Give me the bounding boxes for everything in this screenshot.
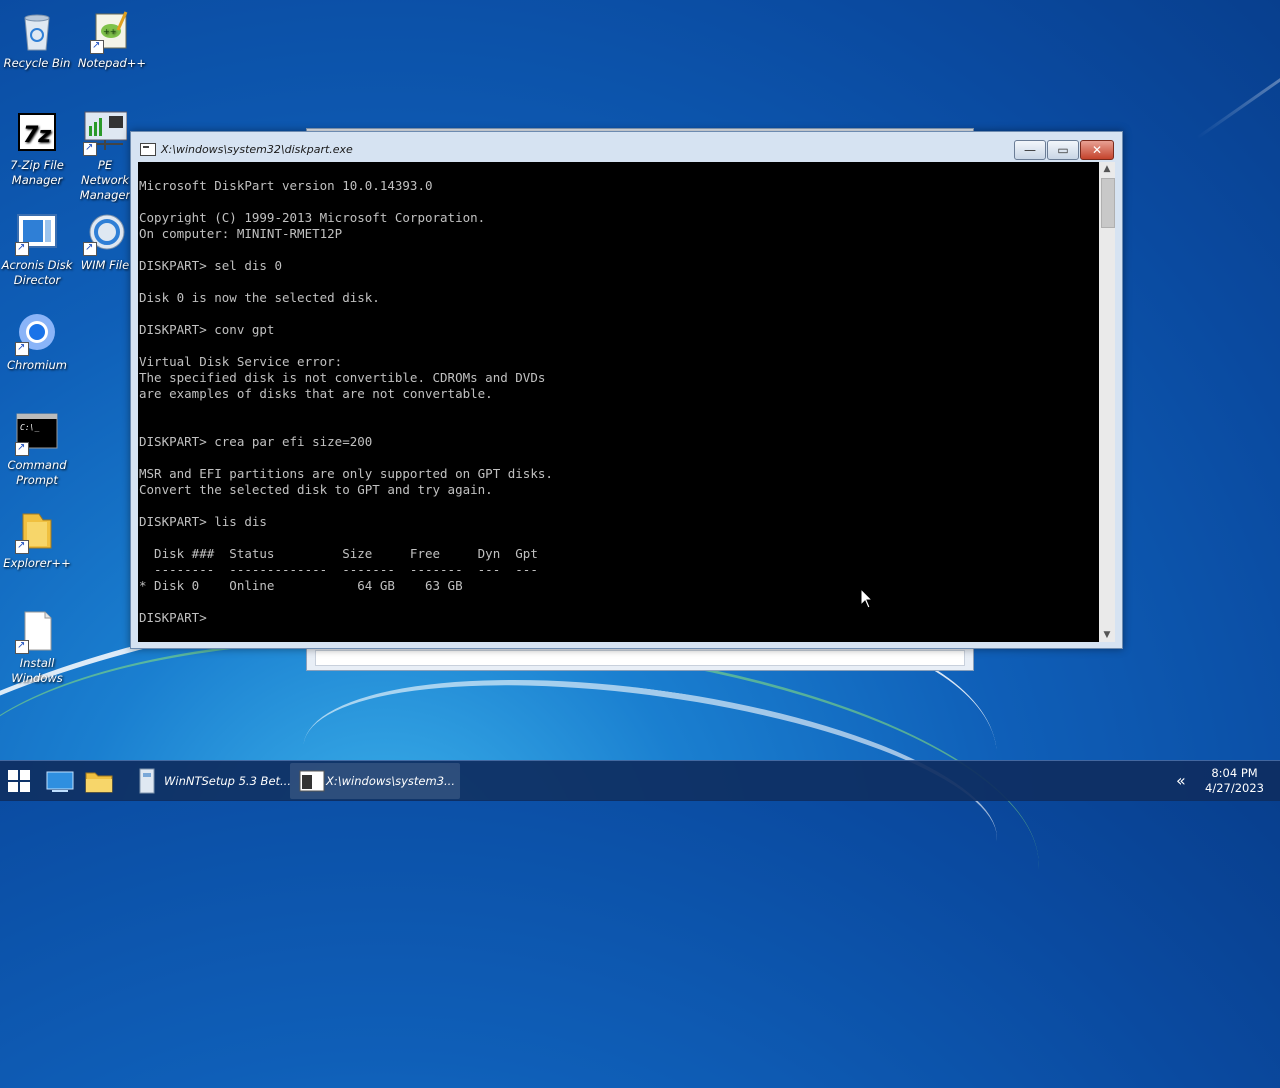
notepad-plus-plus-icon: ++ — [90, 8, 134, 54]
desktop-icon-chromium[interactable]: Chromium — [0, 310, 74, 373]
desktop-icon-label: WIM File — [80, 258, 130, 272]
console-line: Disk ### Status Size Free Dyn Gpt — [139, 546, 538, 561]
desktop-icon-acronis[interactable]: Acronis Disk Director — [0, 210, 74, 288]
desktop-icon-explorer-plus-plus[interactable]: Explorer++ — [0, 508, 74, 571]
svg-text:7z: 7z — [23, 123, 51, 148]
console-output-area[interactable]: Microsoft DiskPart version 10.0.14393.0 … — [138, 162, 1099, 642]
desktop-icon-label: Notepad++ — [77, 56, 147, 70]
desktop-icon-install-windows[interactable]: Install Windows — [0, 608, 74, 686]
desktop-icon-label: Recycle Bin — [3, 56, 71, 70]
desktop-icon-label: Chromium — [7, 358, 67, 372]
winntsetup-field — [315, 650, 965, 666]
close-icon: ✕ — [1091, 143, 1103, 157]
console-line: Convert the selected disk to GPT and try… — [139, 482, 493, 497]
clock-date: 4/27/2023 — [1205, 781, 1264, 795]
console-window-title: X:\windows\system32\diskpart.exe — [161, 143, 353, 156]
desktop-icon-wim-file[interactable]: WIM File — [75, 210, 135, 273]
taskbar-clock[interactable]: 8:04 PM 4/27/2023 — [1205, 766, 1264, 796]
scroll-thumb[interactable] — [1101, 178, 1115, 228]
scroll-down-icon[interactable]: ▼ — [1099, 628, 1115, 642]
windows-logo-pane — [8, 782, 18, 792]
console-line: DISKPART> lis dis — [139, 514, 267, 529]
explorer-plus-plus-icon — [15, 508, 59, 554]
winntsetup-icon — [136, 767, 160, 795]
desktop-icon-label: Acronis Disk Director — [1, 258, 73, 287]
command-prompt-icon: C:\_ — [15, 410, 59, 456]
console-vertical-scrollbar[interactable]: ▲ ▼ — [1099, 162, 1115, 642]
windows-logo-icon — [8, 770, 18, 780]
minimize-icon: — — [1024, 143, 1036, 157]
chromium-icon — [15, 310, 59, 356]
start-button[interactable] — [0, 761, 40, 801]
console-line: Disk 0 is now the selected disk. — [139, 290, 380, 305]
desktop-icon-7zip[interactable]: 7z 7-Zip File Manager — [0, 110, 74, 188]
desktop-icon-recycle-bin[interactable]: Recycle Bin — [0, 8, 74, 71]
seven-zip-icon: 7z — [15, 110, 59, 154]
install-windows-icon — [15, 608, 59, 654]
maximize-icon: ▭ — [1057, 143, 1069, 157]
network-manager-icon — [83, 110, 128, 156]
console-line: * Disk 0 Online 64 GB 63 GB — [139, 578, 463, 593]
console-output-text: Microsoft DiskPart version 10.0.14393.0 … — [138, 162, 1099, 626]
console-line: DISKPART> sel dis 0 — [139, 258, 282, 273]
desktop-icon-notepad-plus-plus[interactable]: ++ Notepad++ — [75, 8, 149, 71]
recycle-bin-icon — [15, 8, 59, 52]
console-line: On computer: MININT-RMET12P — [139, 226, 343, 241]
desktop-icon-pe-network-manager[interactable]: PE Network Manager — [75, 110, 135, 203]
console-icon — [298, 767, 325, 795]
console-line: Virtual Disk Service error: — [139, 354, 343, 369]
svg-text:C:\_: C:\_ — [20, 423, 39, 432]
console-line: Microsoft DiskPart version 10.0.14393.0 — [139, 178, 433, 193]
console-line: The specified disk is not convertible. C… — [139, 370, 546, 385]
console-line: MSR and EFI partitions are only supporte… — [139, 466, 553, 481]
desktop-icon-label: Explorer++ — [3, 556, 71, 570]
maximize-button[interactable]: ▭ — [1047, 140, 1079, 160]
desktop-icon-label: Command Prompt — [7, 458, 67, 487]
show-hidden-icons-chevron-icon[interactable]: « — [1176, 771, 1186, 790]
scroll-up-icon[interactable]: ▲ — [1099, 162, 1115, 176]
wallpaper-beam — [1196, 50, 1280, 140]
desktop-icon-label: PE Network Manager — [79, 158, 131, 202]
console-line: are examples of disks that are not conve… — [139, 386, 493, 401]
desktop-icon-label: Install Windows — [11, 656, 63, 685]
taskbar-task-winntsetup[interactable]: WinNTSetup 5.3 Bet... — [128, 763, 291, 799]
desktop-icon-label: 7-Zip File Manager — [10, 158, 64, 187]
taskbar-file-explorer-icon[interactable] — [83, 765, 115, 797]
console-line: DISKPART> crea par efi size=200 — [139, 434, 373, 449]
windows-logo-pane — [20, 782, 30, 792]
console-title-bar[interactable]: X:\windows\system32\diskpart.exe — ▭ ✕ — [131, 132, 1122, 162]
console-line: DISKPART> conv gpt — [139, 322, 275, 337]
wim-file-icon — [83, 210, 127, 256]
windows-logo-pane — [20, 770, 30, 780]
taskbar: WinNTSetup 5.3 Bet... X:\windows\system3… — [0, 760, 1280, 801]
console-line: -------- ------------- ------- ------- -… — [139, 562, 538, 577]
taskbar-desktop-icon[interactable] — [44, 765, 76, 797]
taskbar-task-label: X:\windows\system3... — [326, 774, 455, 788]
clock-time: 8:04 PM — [1211, 766, 1258, 780]
taskbar-task-diskpart[interactable]: X:\windows\system3... — [290, 763, 460, 799]
minimize-button[interactable]: — — [1014, 140, 1046, 160]
close-button[interactable]: ✕ — [1080, 140, 1114, 160]
svg-text:++: ++ — [103, 27, 116, 36]
console-window-icon — [140, 143, 156, 156]
console-line: DISKPART> — [139, 610, 215, 625]
console-line: Copyright (C) 1999-2013 Microsoft Corpor… — [139, 210, 486, 225]
desktop-icon-command-prompt[interactable]: C:\_ Command Prompt — [0, 410, 74, 488]
diskpart-console-window[interactable]: X:\windows\system32\diskpart.exe — ▭ ✕ M… — [130, 131, 1123, 649]
acronis-icon — [15, 210, 59, 256]
taskbar-task-label: WinNTSetup 5.3 Bet... — [164, 774, 291, 788]
